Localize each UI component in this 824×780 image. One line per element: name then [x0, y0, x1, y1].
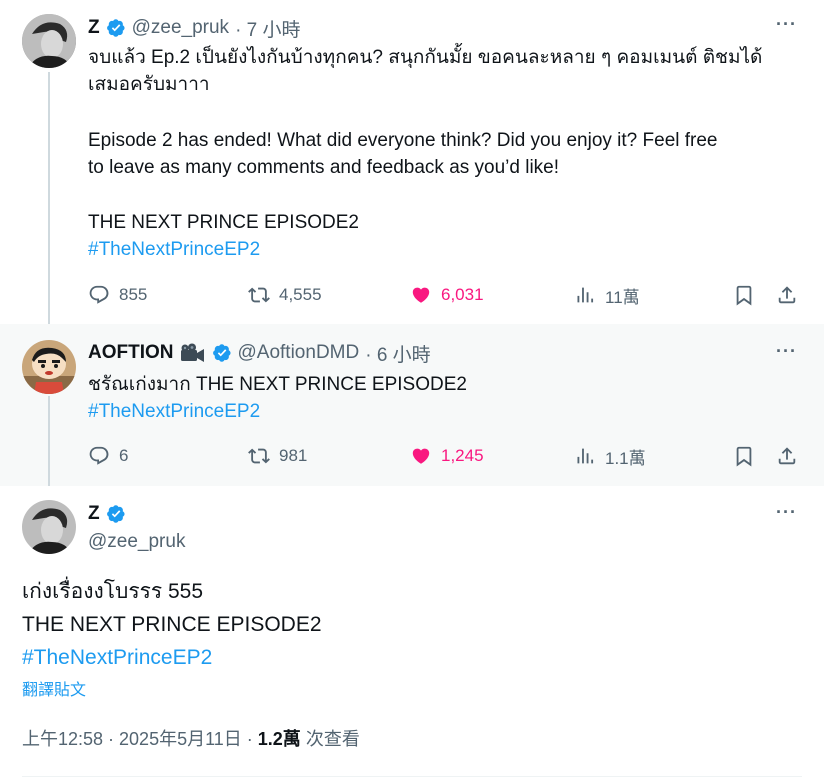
author-handle[interactable]: @AoftionDMD	[238, 342, 360, 364]
tweet-2-hashtag[interactable]: #TheNextPrinceEP2	[88, 398, 260, 425]
verified-badge-icon	[106, 505, 125, 523]
tweet-1-text-thai: จบแล้ว Ep.2 เป็นยังไงกันบ้างทุกคน? สนุกก…	[88, 47, 763, 95]
main-hashtag[interactable]: #TheNextPrinceEP2	[22, 643, 212, 673]
main-tweet: Z @zee_pruk ··· เก่งเรื่องงโบรรร 555 THE…	[0, 486, 824, 780]
bookmark-icon	[736, 285, 752, 306]
like-icon	[412, 287, 430, 303]
avatar-zee[interactable]	[22, 14, 76, 68]
avatar-zee[interactable]	[22, 500, 76, 554]
verified-badge-icon	[212, 344, 231, 362]
share-button[interactable]	[776, 280, 798, 310]
views-count: 1.2萬	[257, 729, 301, 749]
translate-link[interactable]: 翻譯貼文	[22, 680, 86, 702]
tweet-1-header: Z @zee_pruk · 7 小時	[88, 15, 301, 42]
thread-line	[48, 72, 50, 324]
tweet-1-text-english: Episode 2 has ended! What did everyone t…	[88, 130, 718, 178]
avatar-aoftion-image	[22, 340, 76, 394]
repost-button[interactable]: 4,555	[248, 280, 322, 310]
views-count: 1.1萬	[605, 448, 646, 468]
main-header: Z	[88, 502, 126, 526]
like-count: 1,245	[441, 446, 484, 465]
tweet-2-actions: 6 981 1,245 1.1萬	[88, 441, 800, 471]
author-name[interactable]: Z	[88, 17, 100, 39]
tweet-1[interactable]: Z @zee_pruk · 7 小時 ··· จบแล้ว Ep.2 เป็นย…	[0, 0, 824, 324]
views-button[interactable]: 1.1萬	[574, 441, 646, 471]
like-button[interactable]: 6,031	[410, 280, 484, 310]
reply-button[interactable]: 6	[88, 441, 128, 471]
like-count: 6,031	[441, 285, 484, 304]
views-icon	[577, 287, 594, 303]
main-text-line-2: THE NEXT PRINCE EPISODE2	[22, 613, 322, 636]
bookmark-button[interactable]	[733, 441, 755, 471]
tweet-2[interactable]: AOFTION @AoftionDMD · 6 小時 ··· ชรัณเก่งม…	[0, 324, 824, 486]
author-name[interactable]: Z	[88, 503, 100, 525]
avatar-aoftion[interactable]	[22, 340, 76, 394]
author-name[interactable]: AOFTION	[88, 342, 174, 364]
repost-count: 981	[279, 446, 308, 465]
avatar-zee-image	[22, 14, 76, 68]
reply-count: 855	[119, 285, 148, 304]
tweet-time[interactable]: · 6 小時	[365, 340, 430, 367]
reply-count: 6	[119, 446, 129, 465]
tweet-2-text: ชรัณเก่งมาก THE NEXT PRINCE EPISODE2	[88, 374, 467, 395]
share-icon	[778, 447, 796, 465]
bookmark-button[interactable]	[733, 280, 755, 310]
divider	[22, 776, 802, 777]
reply-button[interactable]: 855	[88, 280, 147, 310]
views-label: 次查看	[300, 729, 360, 749]
views-count: 11萬	[605, 287, 640, 307]
verified-badge-icon	[106, 19, 125, 37]
like-icon	[412, 448, 430, 464]
tweet-1-hashtag[interactable]: #TheNextPrinceEP2	[88, 236, 260, 263]
more-icon[interactable]: ···	[776, 502, 797, 523]
views-button[interactable]: 11萬	[574, 280, 640, 310]
thread-line-2	[48, 396, 50, 486]
main-text-line-1: เก่งเรื่องงโบรรร 555	[22, 580, 204, 603]
main-meta: 上午12:58 · 2025年5月11日 · 1.2萬 次查看	[22, 727, 360, 751]
reply-icon	[89, 285, 109, 304]
reply-icon	[89, 446, 109, 465]
camera-icon	[180, 343, 204, 362]
repost-icon	[248, 448, 270, 464]
tweet-1-text-title: THE NEXT PRINCE EPISODE2	[88, 212, 359, 233]
tweet-1-actions: 855 4,555 6,031 11萬	[88, 280, 800, 310]
bookmark-icon	[736, 446, 752, 467]
avatar-zee-image	[22, 500, 76, 554]
share-button[interactable]	[776, 441, 798, 471]
tweet-time[interactable]: · 7 小時	[235, 15, 300, 42]
views-icon	[577, 448, 594, 464]
tweet-2-header: AOFTION @AoftionDMD · 6 小時	[88, 340, 431, 367]
timestamp[interactable]: 上午12:58 · 2025年5月11日 ·	[22, 729, 258, 749]
repost-count: 4,555	[279, 285, 322, 304]
author-handle[interactable]: @zee_pruk	[132, 17, 229, 39]
repost-icon	[248, 287, 270, 303]
more-icon[interactable]: ···	[776, 14, 797, 35]
more-icon[interactable]: ···	[776, 341, 797, 362]
repost-button[interactable]: 981	[248, 441, 307, 471]
like-button[interactable]: 1,245	[410, 441, 484, 471]
author-handle[interactable]: @zee_pruk	[88, 531, 185, 553]
share-icon	[778, 286, 796, 304]
